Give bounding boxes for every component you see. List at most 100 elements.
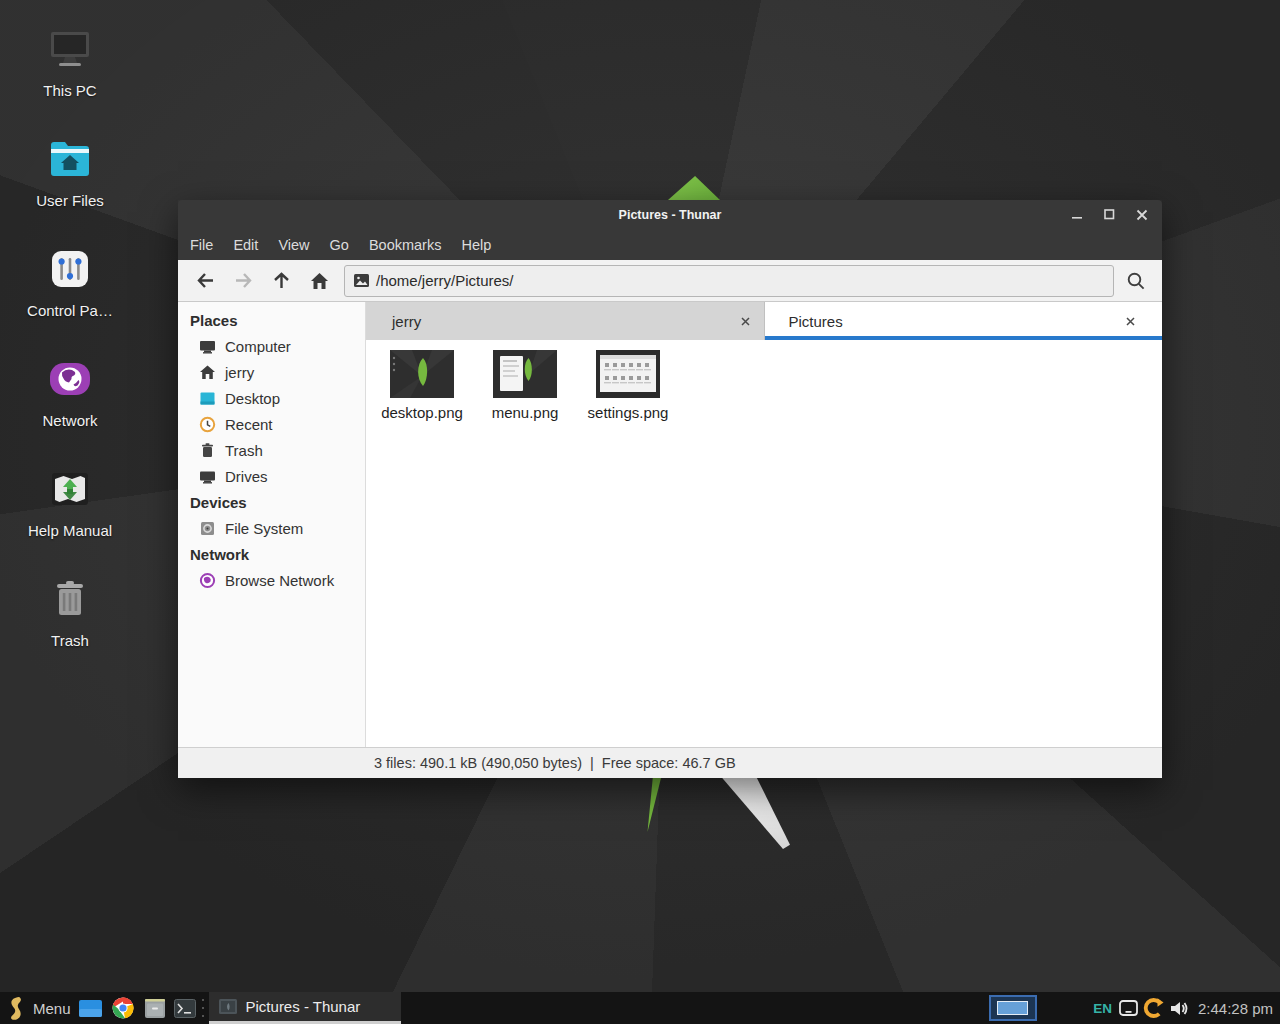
sidebar: Places Computer jerry Desktop Recent Tra… bbox=[178, 302, 366, 747]
taskbar-menu-label[interactable]: Menu bbox=[33, 1000, 71, 1017]
sidebar-item-recent[interactable]: Recent bbox=[178, 411, 365, 437]
drives-icon bbox=[199, 468, 216, 485]
menu-view[interactable]: View bbox=[268, 237, 319, 253]
forward-button[interactable] bbox=[224, 264, 262, 298]
distro-menu-icon[interactable] bbox=[7, 996, 26, 1021]
search-button[interactable] bbox=[1118, 264, 1154, 298]
menu-bookmarks[interactable]: Bookmarks bbox=[359, 237, 452, 253]
menu-file[interactable]: File bbox=[180, 237, 223, 253]
task-label: Pictures - Thunar bbox=[246, 998, 361, 1015]
desktop-icon-user-files[interactable]: User Files bbox=[12, 136, 128, 209]
chrome-launcher[interactable] bbox=[111, 996, 135, 1020]
minimize-button[interactable] bbox=[1069, 206, 1086, 223]
chrome-icon bbox=[112, 997, 134, 1019]
back-button[interactable] bbox=[186, 264, 224, 298]
sidebar-item-label: Recent bbox=[225, 416, 273, 433]
desktop-icon-control-panel[interactable]: Control Pa… bbox=[12, 246, 128, 319]
path-text: /home/jerry/Pictures/ bbox=[376, 272, 514, 289]
path-bar[interactable]: /home/jerry/Pictures/ bbox=[344, 265, 1114, 297]
workspace-pager[interactable] bbox=[989, 995, 1037, 1021]
taskbar-clock: 2:44:28 pm bbox=[1198, 1000, 1273, 1017]
sidebar-item-browse-network[interactable]: Browse Network bbox=[178, 567, 365, 593]
home-button[interactable] bbox=[300, 264, 338, 298]
file-menu-png[interactable]: menu.png bbox=[477, 348, 573, 421]
desktop-icon-label: This PC bbox=[43, 82, 96, 99]
browse-network-icon bbox=[199, 572, 216, 589]
taskbar-separator bbox=[201, 999, 205, 1017]
image-file-icon bbox=[354, 274, 369, 287]
file-settings-png[interactable]: settings.png bbox=[580, 348, 676, 421]
desktop-icon-label: Network bbox=[42, 412, 97, 429]
file-desktop-png[interactable]: desktop.png bbox=[374, 348, 470, 421]
trash-small-icon bbox=[199, 442, 216, 459]
trash-icon bbox=[47, 576, 93, 622]
network-icon bbox=[47, 356, 93, 402]
task-window-icon bbox=[219, 999, 237, 1014]
tab-jerry[interactable]: jerry bbox=[366, 302, 765, 340]
statusbar-text: 3 files: 490.1 kB (490,050 bytes) | Free… bbox=[374, 755, 736, 771]
file-list: desktop.png menu.png bbox=[366, 340, 1162, 747]
sidebar-item-label: jerry bbox=[225, 364, 254, 381]
desktop-icon-label: User Files bbox=[36, 192, 104, 209]
menu-go[interactable]: Go bbox=[320, 237, 359, 253]
desktop-icon-help-manual[interactable]: Help Manual bbox=[12, 466, 128, 539]
terminal-launcher[interactable] bbox=[173, 996, 197, 1020]
settings-png-thumbnail bbox=[596, 350, 660, 398]
file-name: menu.png bbox=[492, 404, 559, 421]
sidebar-item-computer[interactable]: Computer bbox=[178, 333, 365, 359]
update-notifier-icon[interactable] bbox=[1143, 997, 1165, 1019]
titlebar[interactable]: Pictures - Thunar bbox=[178, 200, 1162, 229]
tab-bar: jerry Pictures bbox=[366, 302, 1162, 340]
close-button[interactable] bbox=[1133, 206, 1150, 223]
file-cabinet-icon bbox=[144, 999, 166, 1018]
sidebar-header-network: Network bbox=[178, 541, 365, 567]
desktop-icon-trash[interactable]: Trash bbox=[12, 576, 128, 649]
home-icon bbox=[199, 364, 216, 381]
menubar: File Edit View Go Bookmarks Help bbox=[178, 229, 1162, 260]
sidebar-item-trash[interactable]: Trash bbox=[178, 437, 365, 463]
desktop-icon-this-pc[interactable]: This PC bbox=[12, 26, 128, 99]
help-manual-icon bbox=[47, 466, 93, 512]
taskbar-task-pictures-thunar[interactable]: Pictures - Thunar bbox=[209, 992, 401, 1024]
sidebar-item-jerry[interactable]: jerry bbox=[178, 359, 365, 385]
display-tray-icon[interactable] bbox=[1119, 1000, 1138, 1016]
sidebar-item-file-system[interactable]: File System bbox=[178, 515, 365, 541]
terminal-icon bbox=[174, 999, 196, 1018]
file-name: desktop.png bbox=[381, 404, 463, 421]
desktop-icon-network[interactable]: Network bbox=[12, 356, 128, 429]
file-system-icon bbox=[199, 520, 216, 537]
sidebar-item-desktop[interactable]: Desktop bbox=[178, 385, 365, 411]
menu-png-thumbnail bbox=[493, 350, 557, 398]
sidebar-item-label: Drives bbox=[225, 468, 268, 485]
tab-close-icon[interactable] bbox=[738, 313, 754, 329]
menu-edit[interactable]: Edit bbox=[223, 237, 268, 253]
desktop-icon-label: Control Pa… bbox=[27, 302, 113, 319]
sidebar-item-label: Trash bbox=[225, 442, 263, 459]
sidebar-item-drives[interactable]: Drives bbox=[178, 463, 365, 489]
sidebar-item-label: Computer bbox=[225, 338, 291, 355]
sidebar-item-label: File System bbox=[225, 520, 303, 537]
up-button[interactable] bbox=[262, 264, 300, 298]
archive-launcher[interactable] bbox=[143, 996, 167, 1020]
computer-icon bbox=[199, 338, 216, 355]
toolbar: /home/jerry/Pictures/ bbox=[178, 260, 1162, 302]
control-panel-icon bbox=[47, 246, 93, 292]
pager-active-window bbox=[997, 1001, 1028, 1015]
volume-icon[interactable] bbox=[1170, 1000, 1189, 1017]
maximize-button[interactable] bbox=[1101, 206, 1118, 223]
tab-pictures[interactable]: Pictures bbox=[765, 302, 1163, 340]
sidebar-header-places: Places bbox=[178, 307, 365, 333]
blue-folder-icon bbox=[79, 1000, 102, 1017]
file-manager-launcher[interactable] bbox=[79, 996, 103, 1020]
sidebar-header-devices: Devices bbox=[178, 489, 365, 515]
thunar-window: Pictures - Thunar File Edit View Go Book… bbox=[178, 200, 1162, 778]
keyboard-layout-indicator[interactable]: EN bbox=[1093, 1001, 1112, 1016]
file-name: settings.png bbox=[588, 404, 669, 421]
taskbar: Menu bbox=[0, 992, 1280, 1024]
desktop-icon bbox=[199, 390, 216, 407]
tab-close-icon[interactable] bbox=[1122, 313, 1138, 329]
window-title: Pictures - Thunar bbox=[619, 208, 722, 222]
menu-help[interactable]: Help bbox=[451, 237, 501, 253]
desktop-icon-label: Trash bbox=[51, 632, 89, 649]
statusbar: 3 files: 490.1 kB (490,050 bytes) | Free… bbox=[178, 747, 1162, 778]
